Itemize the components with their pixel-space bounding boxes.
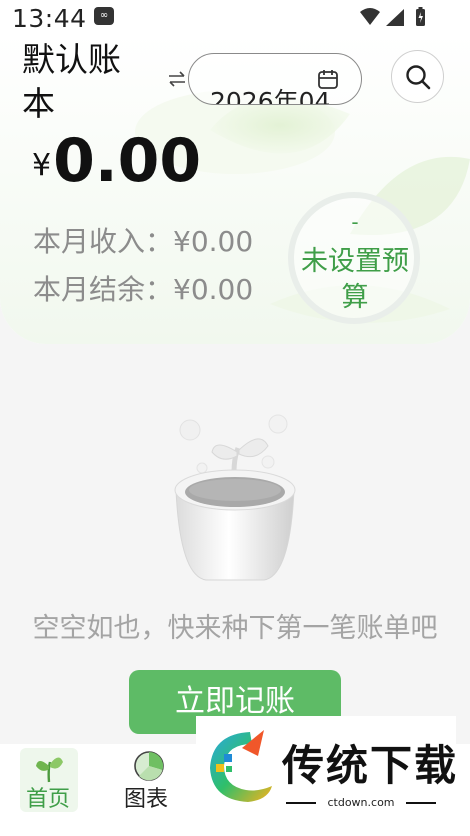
- income-row: 本月收入：¥0.00: [33, 220, 253, 260]
- watermark-title: 传统下载: [282, 741, 459, 790]
- ctdown-logo-icon: [210, 730, 272, 802]
- search-icon: [406, 65, 431, 90]
- wifi-icon: [360, 8, 380, 25]
- surplus-row: 本月结余：¥0.00: [33, 268, 253, 308]
- plant-pot-illustration: [174, 414, 296, 581]
- calendar-icon: [318, 70, 338, 89]
- watermark-line-right: [406, 802, 436, 804]
- month-balance: ¥0.00: [32, 126, 201, 196]
- search-button[interactable]: [391, 50, 444, 103]
- income-value: ¥0.00: [173, 225, 254, 258]
- account-book-title[interactable]: 默认账本: [22, 38, 152, 126]
- surplus-label: 本月结余：: [33, 273, 174, 306]
- infinity-badge-icon: ∞: [94, 7, 114, 25]
- month-value: 2026年04: [210, 87, 331, 105]
- watermark: 传统下载 ctdown.com: [196, 716, 456, 818]
- month-picker[interactable]: 2026年04: [188, 53, 362, 105]
- nav-home-label: 首页: [26, 787, 71, 812]
- signal-icon: [386, 9, 404, 26]
- income-label: 本月收入：: [33, 225, 174, 258]
- balance-value: 0.00: [53, 126, 202, 196]
- battery-icon: [416, 7, 425, 26]
- status-icons: [360, 7, 425, 26]
- budget-dash: -: [351, 210, 359, 234]
- summary-card: 默认账本 2026年04 ¥0.00 本月收入：¥0.00 本月结余：¥0.00…: [0, 34, 470, 344]
- budget-status[interactable]: 未设置预算: [290, 244, 420, 316]
- nav-chart-label[interactable]: 图表: [124, 781, 168, 813]
- status-time: 13:44: [12, 4, 87, 33]
- status-bar: 13:44 ∞: [0, 0, 470, 34]
- currency-symbol: ¥: [32, 148, 52, 183]
- swap-arrows-icon[interactable]: [166, 68, 188, 90]
- sprout-icon: [36, 757, 63, 783]
- surplus-value: ¥0.00: [173, 273, 254, 306]
- pie-chart-icon[interactable]: [133, 750, 165, 782]
- empty-state-message: 空空如也，快来种下第一笔账单吧: [32, 613, 438, 644]
